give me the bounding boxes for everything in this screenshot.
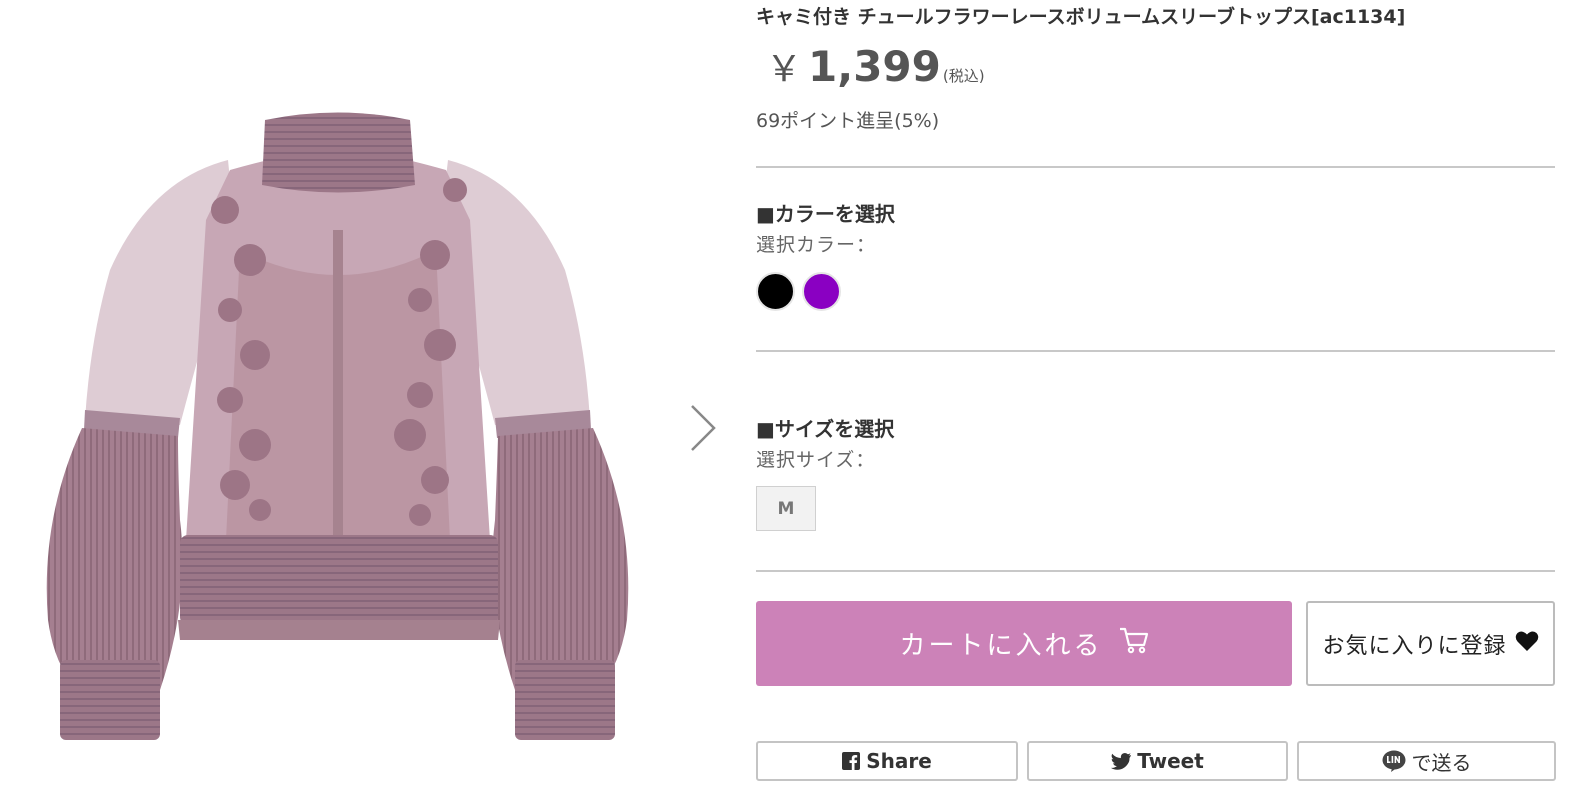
- twitter-share-button[interactable]: Tweet: [1027, 741, 1288, 781]
- chevron-right-icon: [691, 405, 716, 451]
- add-to-cart-label: カートに入れる: [899, 631, 1103, 661]
- twitter-icon: [1111, 752, 1132, 770]
- twitter-share-label: Tweet: [1137, 749, 1204, 773]
- facebook-share-button[interactable]: Share: [756, 741, 1018, 781]
- facebook-share-label: Share: [866, 749, 932, 773]
- add-to-favorites-button[interactable]: お気に入りに登録: [1306, 601, 1555, 686]
- line-share-label: で送る: [1411, 750, 1472, 775]
- divider: [756, 570, 1555, 572]
- selected-size-label: 選択サイズ：: [756, 449, 876, 471]
- points-text: 69ポイント進呈(5%): [756, 110, 940, 132]
- heart-icon: [1515, 630, 1539, 658]
- product-title: キャミ付き チュールフラワーレースボリュームスリーブトップス[ac1134]: [756, 6, 1406, 28]
- size-option-m[interactable]: M: [756, 486, 816, 531]
- gallery-next-button[interactable]: [688, 403, 718, 453]
- favorites-label: お気に入りに登録: [1322, 633, 1507, 659]
- facebook-icon: [842, 752, 861, 770]
- size-section-heading: ■サイズを選択: [756, 417, 895, 441]
- line-icon: [1382, 750, 1406, 772]
- color-swatch-purple[interactable]: [802, 272, 841, 311]
- color-swatch-black[interactable]: [756, 272, 795, 311]
- tax-note: (税込): [942, 67, 985, 85]
- add-to-cart-button[interactable]: カートに入れる: [756, 601, 1292, 686]
- currency-symbol: ￥: [766, 49, 803, 90]
- price-row: ￥ 1,399 (税込): [766, 40, 985, 92]
- selected-color-label: 選択カラー：: [756, 234, 877, 256]
- color-section-heading: ■カラーを選択: [756, 202, 895, 226]
- cart-icon: [1119, 626, 1149, 661]
- price-value: 1,399: [808, 42, 941, 91]
- line-share-button[interactable]: で送る: [1297, 741, 1556, 781]
- divider: [756, 166, 1555, 168]
- product-image: [0, 0, 660, 796]
- divider: [756, 350, 1555, 352]
